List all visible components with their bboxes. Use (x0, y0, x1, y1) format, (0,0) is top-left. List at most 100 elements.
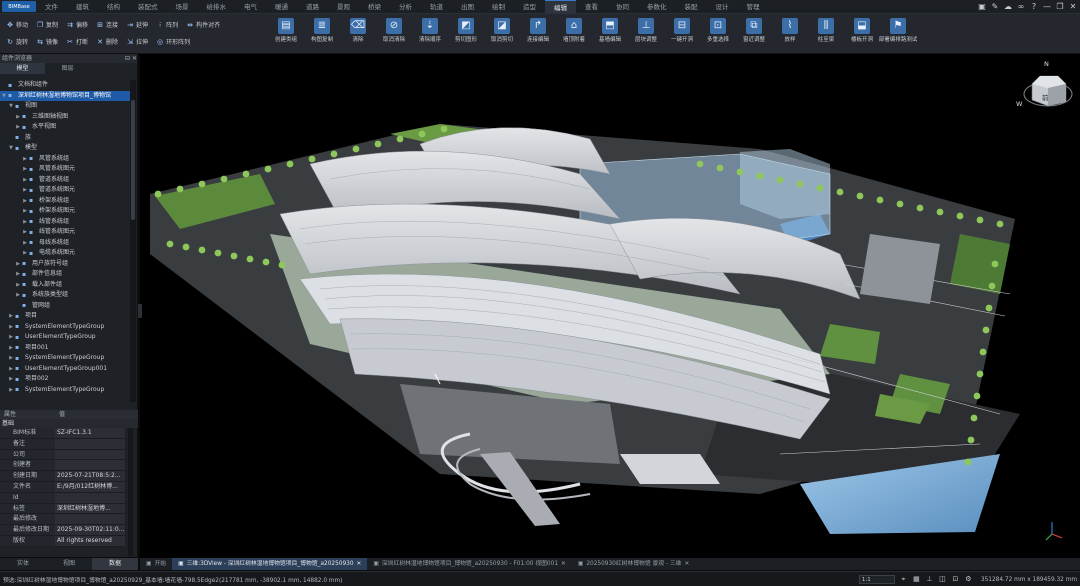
tree-toggle-icon[interactable]: ▶ (7, 385, 15, 396)
menu-tab[interactable]: 分析 (390, 0, 421, 14)
property-value[interactable]: E:/9月/012红树林博... (55, 481, 125, 493)
tree-toggle-icon[interactable]: ▼ (0, 91, 8, 102)
tree-node[interactable]: ▼ ▪ 视图 (0, 101, 130, 112)
square-icon[interactable]: ▣ (977, 2, 987, 12)
property-value[interactable] (55, 514, 125, 526)
menu-tab[interactable]: 协同 (607, 0, 638, 14)
menu-tab[interactable]: 参数化 (638, 0, 676, 14)
tree-toggle-icon[interactable]: ▶ (7, 343, 15, 354)
tree-node[interactable]: ▶ ▪ 风管系统组 (0, 154, 130, 165)
minimize-icon[interactable]: — (1042, 2, 1052, 12)
lock-icon[interactable]: ⊡ (951, 575, 960, 584)
tree-toggle-icon[interactable]: ▶ (21, 196, 29, 207)
ribbon-stretch-button[interactable]: ⇲ 拉伸 (122, 34, 152, 49)
settings-icon[interactable]: ⚙ (964, 575, 973, 584)
tree-node[interactable]: ▪ 管网组 (0, 301, 130, 312)
tree-node[interactable]: ▶ ▪ 水平视图 (0, 122, 130, 133)
tree-node[interactable]: ▶ ▪ SystemElementTypeGroup (0, 322, 130, 333)
tree-toggle-icon[interactable]: ▼ (7, 101, 15, 112)
tree-node[interactable]: ▼ ▪ 深圳红树林湿地博物馆项目_博物馆 (0, 90, 130, 102)
close-icon[interactable]: ✕ (1068, 2, 1078, 12)
bottom-tab[interactable]: 视图 (46, 558, 92, 570)
tree-node[interactable]: ▶ ▪ 项目002 (0, 374, 130, 385)
restore-icon[interactable]: ❐ (1055, 2, 1065, 12)
tree-scrollbar[interactable] (130, 80, 136, 402)
ribbon-move-button[interactable]: ✥ 移动 (2, 17, 32, 32)
ribbon-mirror-button[interactable]: ⇆ 镜像 (32, 34, 62, 49)
menu-tab[interactable]: 电气 (235, 0, 266, 14)
app-logo[interactable]: BIMBase (2, 1, 36, 12)
tree-toggle-icon[interactable]: ▶ (14, 280, 22, 291)
tree-toggle-icon[interactable]: ▶ (7, 322, 15, 333)
tree-toggle-icon[interactable]: ▶ (14, 112, 22, 123)
property-row[interactable]: 公司 (0, 449, 138, 461)
layer-icon[interactable]: ◫ (938, 575, 947, 584)
cube-face-label[interactable]: 前 (1042, 92, 1049, 102)
tree-toggle-icon[interactable]: ▶ (7, 364, 15, 375)
tree-toggle-icon[interactable]: ▶ (21, 248, 29, 259)
bottom-tab[interactable]: 数据 (92, 558, 138, 570)
tree-toggle-icon[interactable]: ▶ (14, 290, 22, 301)
property-value[interactable] (55, 449, 125, 461)
menu-tab[interactable]: 建筑 (67, 0, 98, 14)
tree-toggle-icon[interactable]: ▶ (21, 206, 29, 217)
property-value[interactable] (55, 438, 125, 450)
ribbon-offset-button[interactable]: ⇉ 偏移 (62, 17, 92, 32)
cube-north-label[interactable]: N (1044, 60, 1049, 68)
ribbon-base-edit-button[interactable]: ⬒ 基墙编辑 (592, 15, 628, 53)
property-value[interactable]: 深圳红树林湿地博... (55, 503, 125, 515)
scale-select[interactable]: 1:1 (858, 575, 895, 584)
tree-node[interactable]: ▶ ▪ UserElementTypeGroup (0, 332, 130, 343)
tree-toggle-icon[interactable]: ▶ (21, 217, 29, 228)
property-value[interactable]: SZ-IFC1.3.1 (55, 428, 125, 439)
view-cube[interactable]: N W 前 (1016, 60, 1076, 118)
ribbon-align-button[interactable]: ⇹ 构件对齐 (182, 17, 224, 32)
tree-toggle-icon[interactable]: ▶ (21, 185, 29, 196)
menu-tab[interactable]: 道路 (297, 0, 328, 14)
property-row[interactable]: 创建者 (0, 460, 138, 472)
menu-tab[interactable]: 设计 (707, 0, 738, 14)
tree-toggle-icon[interactable]: ▶ (21, 227, 29, 238)
document-tab[interactable]: ▣ 开始 (140, 558, 172, 570)
ribbon-deploy-button[interactable]: ⚑ 部署编排路测试 (879, 15, 917, 53)
document-tab[interactable]: ▣ 深圳红树林湿地博物馆项目_博物馆_a20250930 - F01:00 视图0… (367, 558, 571, 570)
tree-scroll-thumb[interactable] (131, 100, 135, 220)
tree-toggle-icon[interactable]: ▶ (7, 353, 15, 364)
property-row[interactable]: 最后修改 (0, 514, 138, 526)
tree-node[interactable]: ▪ 族 (0, 133, 130, 144)
tree-node[interactable]: ▶ ▪ 管道系统图元 (0, 185, 130, 196)
tree-node[interactable]: ▶ ▪ SystemElementTypeGroup (0, 353, 130, 364)
menu-tab[interactable]: 编辑 (545, 0, 576, 14)
ribbon-create-wall-button[interactable]: ▤ 创建类组 (268, 15, 304, 53)
menu-tab[interactable]: 桥梁 (359, 0, 390, 14)
tree-toggle-icon[interactable]: ▶ (21, 164, 29, 175)
view-cube-graphic[interactable] (1020, 62, 1076, 118)
menu-tab[interactable]: 装配 (676, 0, 707, 14)
property-value[interactable] (55, 492, 125, 504)
properties-group[interactable]: 基础 (0, 419, 138, 428)
tree-node[interactable]: ▪ 文档和组件 (0, 80, 130, 91)
property-value[interactable]: 2025-09-30T02:11:0... (55, 525, 125, 536)
tree-node[interactable]: ▶ ▪ 系统族类型组 (0, 290, 130, 301)
tree-node[interactable]: ▶ ▪ 线管系统组 (0, 217, 130, 228)
3d-viewport[interactable]: N W 前 (138, 54, 1080, 558)
ribbon-join-button[interactable]: ⊞ 连接 (92, 17, 122, 32)
tree-toggle-icon[interactable]: ▶ (14, 259, 22, 270)
snap-icon[interactable]: ⌖ (899, 575, 908, 584)
ribbon-edit-connect-button[interactable]: ↱ 连接编辑 (520, 15, 556, 53)
menu-tab[interactable]: 暖通 (266, 0, 297, 14)
tree-node[interactable]: ▶ ▪ 三维图轴视图 (0, 112, 130, 123)
tree-toggle-icon[interactable]: ▶ (7, 332, 15, 343)
menu-tab[interactable]: 结构 (98, 0, 129, 14)
tree-node[interactable]: ▶ ▪ 管道系统组 (0, 175, 130, 186)
tree-toggle-icon[interactable]: ▶ (14, 122, 22, 133)
panel-tab[interactable]: 图层 (45, 63, 90, 74)
tree-node[interactable]: ▶ ▪ 项目 (0, 311, 130, 322)
ribbon-cancel-cut-button[interactable]: ◪ 取消剪切 (484, 15, 520, 53)
tree-node[interactable]: ▶ ▪ 项目001 (0, 343, 130, 354)
property-row[interactable]: 版权 All rights reserved (0, 535, 138, 547)
property-row[interactable]: 文件名 E:/9月/012红树林博... (0, 481, 138, 493)
ortho-icon[interactable]: ⊥ (925, 575, 934, 584)
ribbon-stair-button[interactable]: ⌇ 放样 (772, 15, 808, 53)
property-value[interactable]: All rights reserved (55, 535, 125, 547)
